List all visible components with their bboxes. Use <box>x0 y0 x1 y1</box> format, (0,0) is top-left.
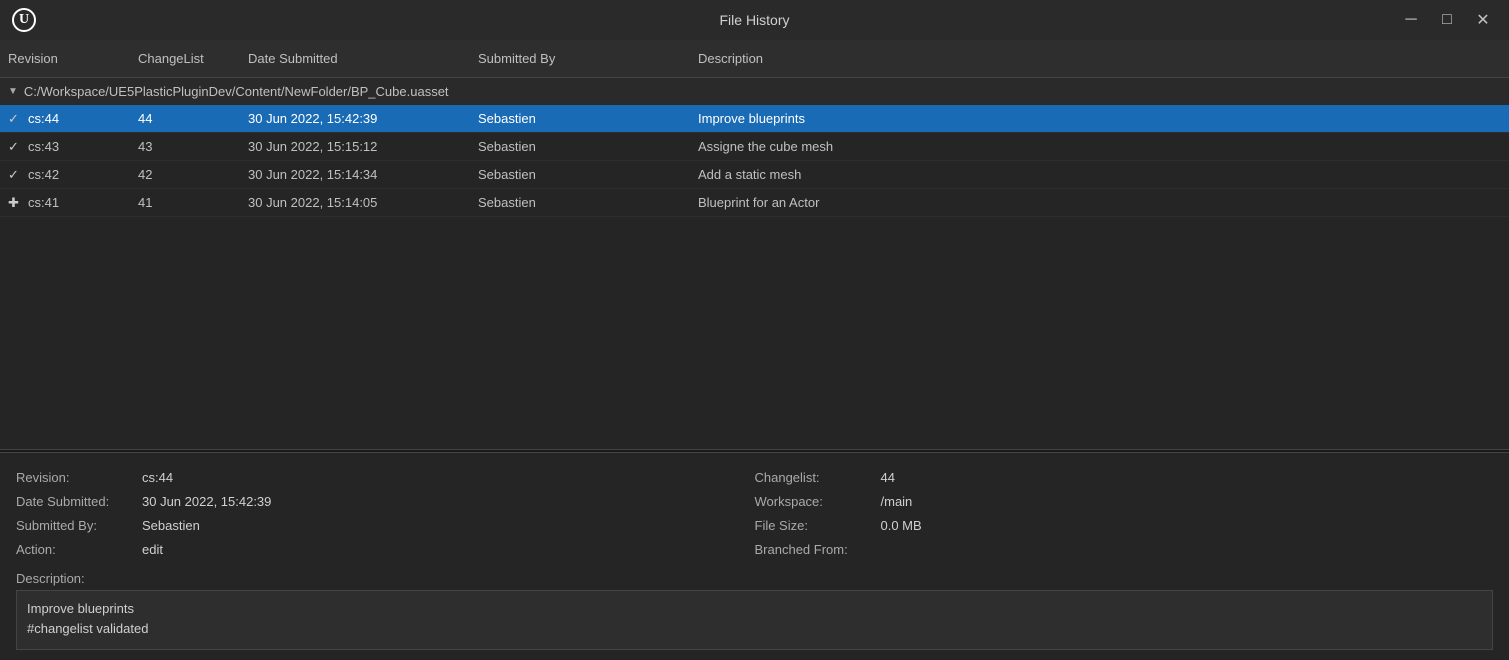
cell-revision: cs:44 <box>28 111 138 126</box>
cell-submittedby: Sebastien <box>478 167 698 182</box>
detail-label-date: Date Submitted: <box>16 491 136 513</box>
cell-submittedby: Sebastien <box>478 111 698 126</box>
col-header-changelist: ChangeList <box>138 51 248 66</box>
column-headers: Revision ChangeList Date Submitted Submi… <box>0 40 1509 78</box>
cell-changelist: 43 <box>138 139 248 154</box>
col-header-date: Date Submitted <box>248 51 478 66</box>
detail-row-filesize: File Size: 0.0 MB <box>755 515 1494 537</box>
description-section: Description: Improve blueprints #changel… <box>16 571 1493 650</box>
file-group-header[interactable]: ▼ C:/Workspace/UE5PlasticPluginDev/Conte… <box>0 78 1509 105</box>
detail-value-action: edit <box>142 539 163 561</box>
app-logo: U <box>12 8 36 32</box>
detail-row-submittedby: Submitted By: Sebastien <box>16 515 755 537</box>
cell-revision: cs:43 <box>28 139 138 154</box>
window-title: File History <box>719 12 789 28</box>
col-header-submittedby: Submitted By <box>478 51 698 66</box>
description-box: Improve blueprints #changelist validated <box>16 590 1493 650</box>
row-status-icon: ✓ <box>8 139 28 155</box>
cell-changelist: 44 <box>138 111 248 126</box>
detail-label-workspace: Workspace: <box>755 491 875 513</box>
detail-row-workspace: Workspace: /main <box>755 491 1494 513</box>
description-label: Description: <box>16 571 1493 586</box>
row-status-icon: ✚ <box>8 195 28 211</box>
col-header-revision: Revision <box>8 51 138 66</box>
lower-panel: Revision: cs:44 Date Submitted: 30 Jun 2… <box>0 453 1509 660</box>
collapse-icon: ▼ <box>8 86 18 97</box>
cell-description: Add a static mesh <box>698 167 1501 182</box>
cell-date: 30 Jun 2022, 15:14:05 <box>248 195 478 210</box>
detail-value-date: 30 Jun 2022, 15:42:39 <box>142 491 271 513</box>
table-row[interactable]: ✓ cs:44 44 30 Jun 2022, 15:42:39 Sebasti… <box>0 105 1509 133</box>
cell-description: Assigne the cube mesh <box>698 139 1501 154</box>
cell-revision: cs:42 <box>28 167 138 182</box>
title-bar: U File History ─ □ ✕ <box>0 0 1509 40</box>
detail-row-branchedfrom: Branched From: <box>755 539 1494 561</box>
file-path: C:/Workspace/UE5PlasticPluginDev/Content… <box>24 84 449 99</box>
detail-value-revision: cs:44 <box>142 467 173 489</box>
cell-changelist: 41 <box>138 195 248 210</box>
detail-value-workspace: /main <box>881 491 913 513</box>
minimize-button[interactable]: ─ <box>1397 6 1425 34</box>
detail-label-changelist: Changelist: <box>755 467 875 489</box>
detail-row-date: Date Submitted: 30 Jun 2022, 15:42:39 <box>16 491 755 513</box>
upper-panel: Revision ChangeList Date Submitted Submi… <box>0 40 1509 449</box>
detail-value-filesize: 0.0 MB <box>881 515 922 537</box>
cell-description: Improve blueprints <box>698 111 1501 126</box>
cell-date: 30 Jun 2022, 15:15:12 <box>248 139 478 154</box>
cell-submittedby: Sebastien <box>478 195 698 210</box>
detail-row-revision: Revision: cs:44 <box>16 467 755 489</box>
detail-label-filesize: File Size: <box>755 515 875 537</box>
table-row[interactable]: ✓ cs:42 42 30 Jun 2022, 15:14:34 Sebasti… <box>0 161 1509 189</box>
main-content: Revision ChangeList Date Submitted Submi… <box>0 40 1509 660</box>
col-header-description: Description <box>698 51 1501 66</box>
detail-value-submittedby: Sebastien <box>142 515 200 537</box>
cell-revision: cs:41 <box>28 195 138 210</box>
close-button[interactable]: ✕ <box>1469 6 1497 34</box>
cell-description: Blueprint for an Actor <box>698 195 1501 210</box>
detail-label-submittedby: Submitted By: <box>16 515 136 537</box>
cell-date: 30 Jun 2022, 15:42:39 <box>248 111 478 126</box>
cell-changelist: 42 <box>138 167 248 182</box>
detail-left: Revision: cs:44 Date Submitted: 30 Jun 2… <box>16 467 755 561</box>
detail-grid: Revision: cs:44 Date Submitted: 30 Jun 2… <box>16 467 1493 561</box>
detail-label-revision: Revision: <box>16 467 136 489</box>
detail-label-action: Action: <box>16 539 136 561</box>
detail-label-branchedfrom: Branched From: <box>755 539 875 561</box>
cell-date: 30 Jun 2022, 15:14:34 <box>248 167 478 182</box>
detail-value-changelist: 44 <box>881 467 895 489</box>
table-row[interactable]: ✓ cs:43 43 30 Jun 2022, 15:15:12 Sebasti… <box>0 133 1509 161</box>
detail-row-action: Action: edit <box>16 539 755 561</box>
detail-row-changelist: Changelist: 44 <box>755 467 1494 489</box>
window-controls: ─ □ ✕ <box>1397 6 1497 34</box>
cell-submittedby: Sebastien <box>478 139 698 154</box>
row-status-icon: ✓ <box>8 111 28 127</box>
table-row[interactable]: ✚ cs:41 41 30 Jun 2022, 15:14:05 Sebasti… <box>0 189 1509 217</box>
maximize-button[interactable]: □ <box>1433 6 1461 34</box>
file-list: ✓ cs:44 44 30 Jun 2022, 15:42:39 Sebasti… <box>0 105 1509 449</box>
detail-right: Changelist: 44 Workspace: /main File Siz… <box>755 467 1494 561</box>
row-status-icon: ✓ <box>8 167 28 183</box>
